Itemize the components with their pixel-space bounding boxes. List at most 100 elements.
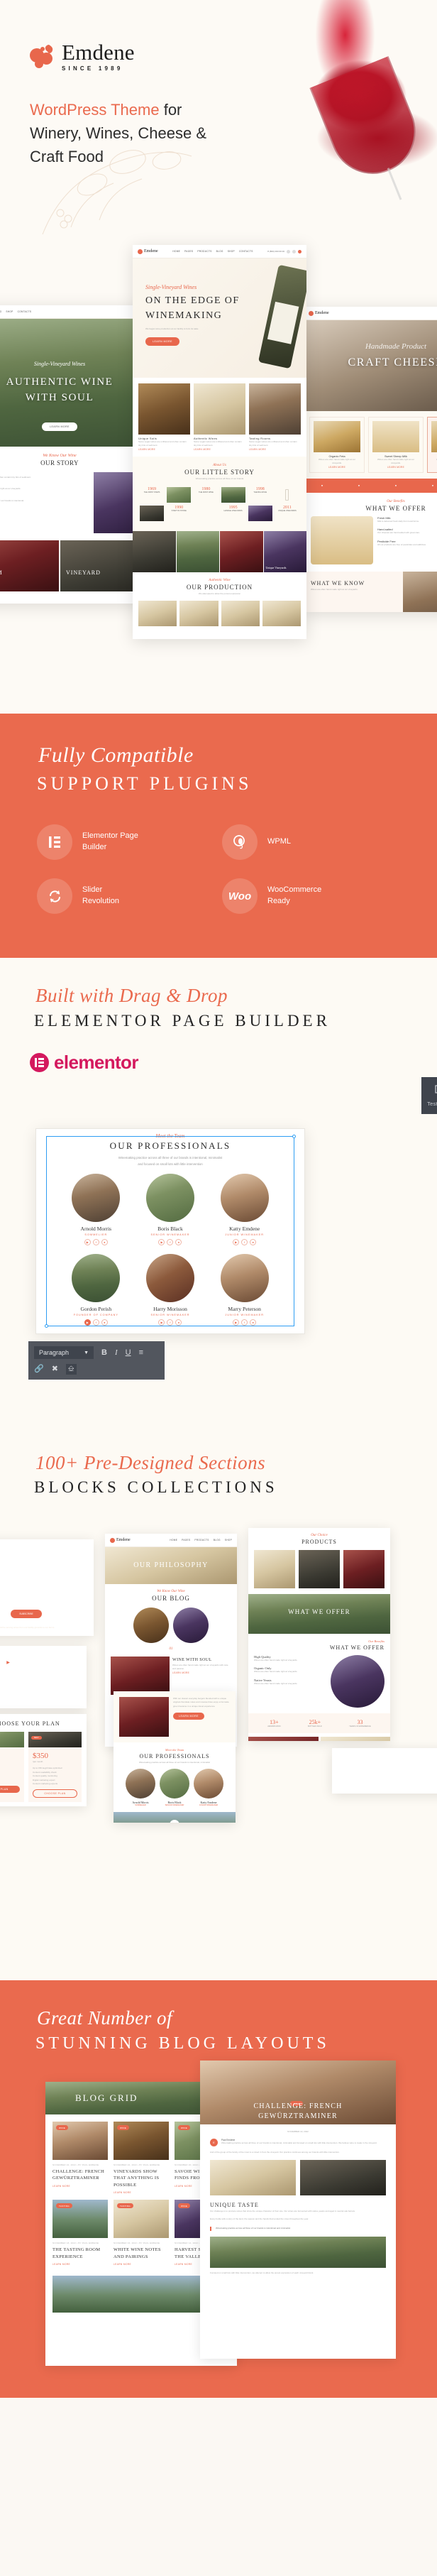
- mockup-cta-button[interactable]: LEARN MORE: [145, 337, 179, 346]
- search-icon[interactable]: [286, 249, 290, 253]
- elementor-section: Built with Drag & Drop ELEMENTOR PAGE BU…: [0, 958, 437, 1426]
- elementor-logo: elementor: [30, 1052, 437, 1074]
- nav-link: PAGES: [184, 250, 194, 253]
- feature-row: Native Yeasts Winemaking practice across…: [0, 496, 88, 503]
- plugin-label: Slider Revolution: [82, 885, 119, 905]
- bold-button[interactable]: B: [101, 1348, 107, 1357]
- our-story-block: About Us OUR LITTLE STORY Winemaking pra…: [133, 456, 306, 532]
- post-more-link[interactable]: LEARN MORE: [52, 2263, 108, 2266]
- gallery-image: [133, 531, 176, 573]
- timeline-item: 2011 UNIQUE VINEYARDS: [278, 506, 297, 513]
- product-link[interactable]: LEARN MORE: [314, 466, 360, 469]
- product-link[interactable]: LEARN MORE: [372, 466, 419, 469]
- list-icon[interactable]: ≡: [139, 1348, 143, 1357]
- tile-red-wines: RED WINES: [248, 1737, 319, 1741]
- product-card: Organic Feta Wines are often hand made r…: [309, 417, 365, 473]
- format-value: Paragraph: [39, 1349, 70, 1356]
- play-button[interactable]: ▶: [3, 1657, 13, 1668]
- know-title: WHAT WE KNOW: [361, 1765, 424, 1773]
- card-link[interactable]: LEARN MORE: [194, 448, 245, 451]
- feature-text: Winemaking practice across all three of …: [0, 498, 24, 502]
- post-more-link[interactable]: LEARN MORE: [52, 2185, 108, 2188]
- nav-link: SHOP: [6, 310, 13, 313]
- account-icon[interactable]: [297, 249, 302, 253]
- product-image: [119, 1697, 169, 1737]
- phone-number: 8 (800) 000 00 00: [267, 250, 284, 253]
- avatar: [72, 1173, 121, 1222]
- single-body-heading: UNIQUE TASTE: [210, 2202, 259, 2209]
- mockup-nav: Emdene HOME PAGES PRODUCTS BLOG SHOP: [105, 1534, 237, 1547]
- card-link[interactable]: LEARN MORE: [138, 448, 190, 451]
- timeline-image: [248, 506, 272, 522]
- mockup-screenshot-right: Emdene Handmade Product CRAFT CHEESE Org…: [304, 307, 437, 612]
- price: $350: [33, 1752, 48, 1760]
- post-tag: WINE: [178, 2125, 191, 2130]
- plugins-script-heading: Fully Compatible: [38, 743, 194, 767]
- plugin-item-elementor[interactable]: Elementor Page Builder: [37, 824, 215, 860]
- post-title: VINEYARDS SHOW THAT ANYTHING IS POSSIBLE: [114, 2169, 160, 2188]
- speech-bubble-icon: [435, 1084, 437, 1093]
- product-link[interactable]: LEARN MORE: [431, 466, 437, 469]
- nav-link: BLOG: [216, 250, 223, 253]
- post-card[interactable]: WINE NOVEMBER 22, 2022 • BY PAUL EMDENE …: [52, 2122, 108, 2195]
- stat-value: 25k+: [309, 1719, 321, 1725]
- post-card[interactable]: TASTING NOVEMBER 16, 2022 • BY PAUL EMDE…: [114, 2200, 169, 2266]
- timeline-item: 1980 THE FIRST WINE: [198, 487, 214, 494]
- avatar: [145, 1173, 194, 1222]
- gallery-caption: Unique Vineyards: [265, 566, 287, 570]
- price: $250: [0, 1752, 20, 1760]
- paragraph-format-select[interactable]: Paragraph ▼: [34, 1346, 94, 1359]
- avatar: [220, 1173, 269, 1222]
- link-icon[interactable]: 🔗: [34, 1365, 44, 1373]
- plugin-item-wpml[interactable]: WPML: [222, 824, 400, 860]
- choose-plan-button[interactable]: CHOOSE PLAN: [33, 1789, 77, 1799]
- stat-label: AWARDS WON: [267, 1725, 281, 1728]
- mockup-nav: Emdene: [304, 307, 437, 320]
- block-coming-soon: WE'RE COMING SOON 20HOURS : 35MINUTES : …: [0, 1539, 94, 1636]
- keyboard-icon[interactable]: ⎒: [65, 1364, 77, 1375]
- resize-handle-top-right[interactable]: [292, 1135, 296, 1138]
- grapes-logo-icon: [309, 310, 314, 316]
- product-image: [343, 1550, 385, 1588]
- plugin-item-woocommerce[interactable]: Woo WooCommerce Ready: [222, 878, 400, 914]
- pricing-card: BEST $350 /per month Up to 150 keyphrase…: [28, 1732, 82, 1803]
- single-image: [210, 2160, 296, 2196]
- cart-icon[interactable]: [292, 249, 296, 253]
- post-more-link[interactable]: LEARN MORE: [114, 2263, 169, 2266]
- benefit-item: Fresh Milk Milk is delivered fresh daily …: [377, 515, 419, 523]
- timeline-item: 1969 THE FIRST STEPS: [143, 487, 160, 494]
- stat-label: YEARS OF EXPERIENCE: [349, 1725, 371, 1728]
- single-meta: NOVEMBER 22, 2022: [287, 2130, 309, 2133]
- subscribe-button[interactable]: SUBSCRIBE: [11, 1610, 42, 1618]
- resize-handle-bottom-left[interactable]: [45, 1324, 48, 1328]
- elementor-badge-icon: [30, 1053, 49, 1072]
- post-card[interactable]: WINE NOVEMBER 22, 2022 • BY PAUL EMDENE …: [114, 2122, 169, 2195]
- brand-logo[interactable]: Emdene SINCE 1989: [30, 41, 135, 72]
- mockup-title: CRAFT CHEESE: [348, 356, 437, 369]
- mockup-cta-button[interactable]: LEARN MORE: [42, 422, 77, 431]
- price-period: /per month: [33, 1760, 43, 1763]
- product-text: Wines are often hand made right at our v…: [377, 458, 415, 465]
- leaf-icon: ●: [431, 484, 434, 488]
- timeline-item: 1998 THE BIG MOVE: [253, 487, 267, 494]
- choose-plan-button[interactable]: CHOOSE PLAN: [0, 1785, 20, 1793]
- play-button[interactable]: ▶: [170, 1820, 179, 1823]
- widget-card-testimonial[interactable]: Testimonial: [421, 1077, 437, 1114]
- mockup-script-text: Handmade Product: [365, 342, 427, 351]
- tile-label: TASTING ROOM: [0, 569, 3, 576]
- pricing-card: $250 /per month 100 keyphrase optimized …: [0, 1732, 24, 1803]
- production-script: Authentic Wine: [209, 579, 231, 583]
- underline-button[interactable]: U: [126, 1348, 131, 1357]
- italic-button[interactable]: I: [115, 1348, 118, 1357]
- mockup-card: Tasting Rooms Some vegan wines are unfil…: [249, 383, 301, 451]
- post-more-link[interactable]: LEARN MORE: [114, 2191, 169, 2194]
- post-card[interactable]: TASTING NOVEMBER 18, 2022 • BY PAUL EMDE…: [52, 2200, 108, 2266]
- offer-hero-image: WHAT WE OFFER: [248, 1594, 390, 1634]
- card-link[interactable]: LEARN MORE: [249, 448, 301, 451]
- plugin-item-slider-revolution[interactable]: Slider Revolution: [37, 878, 215, 914]
- unlink-icon[interactable]: ✖: [52, 1365, 58, 1373]
- grapes-logo-icon: [30, 44, 55, 69]
- block-pricing: CHOOSE YOUR PLAN $250 /per month 100 key…: [0, 1714, 87, 1806]
- mockup-script-text: Single-Vineyard Wines: [145, 284, 197, 290]
- elementor-canvas-preview: Meet the Team OUR PROFESSIONALS Winemaki…: [35, 1128, 305, 1334]
